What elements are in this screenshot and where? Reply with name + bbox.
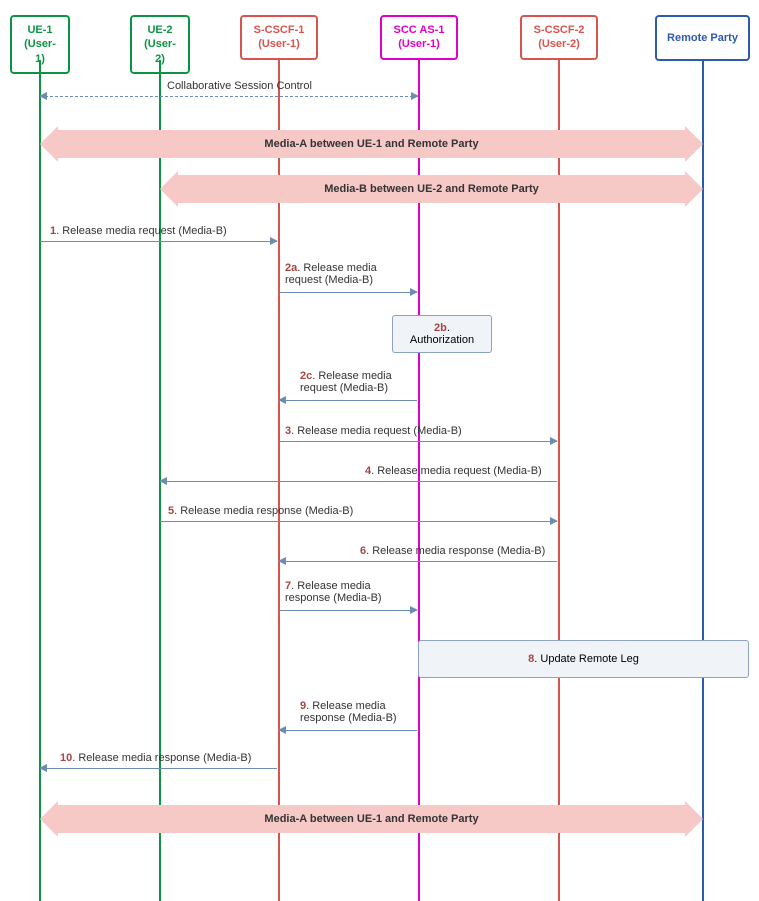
step-4-label: 4. Release media request (Media-B): [365, 465, 542, 477]
step-text2: response (Media-B): [300, 712, 397, 724]
step-text: . Release media: [306, 700, 386, 712]
step-text2: request (Media-B): [285, 274, 373, 286]
participant-label: UE-1: [22, 23, 58, 37]
step-6-label: 6. Release media response (Media-B): [360, 545, 545, 557]
step-9-label: 9. Release media response (Media-B): [300, 700, 430, 724]
participant-scscf1: S-CSCF-1 (User-1): [240, 15, 318, 60]
step-text: . Release media: [312, 370, 392, 382]
step-1-label: 1. Release media request (Media-B): [50, 225, 227, 237]
step-number: 2b: [434, 322, 447, 334]
step-3-label: 3. Release media request (Media-B): [285, 425, 462, 437]
media-b-bar: Media-B between UE-2 and Remote Party: [178, 175, 685, 203]
step-text: . Release media request (Media-B): [291, 425, 462, 437]
sequence-diagram: UE-1 (User-1) UE-2 (User-2) S-CSCF-1 (Us…: [0, 0, 759, 901]
step-number: 2a: [285, 262, 297, 274]
participant-sccas1: SCC AS-1 (User-1): [380, 15, 458, 60]
step-7-label: 7. Release media response (Media-B): [285, 580, 415, 604]
media-a-bar-bottom: Media-A between UE-1 and Remote Party: [58, 805, 685, 833]
step-text2: Authorization: [410, 334, 474, 346]
participant-label: S-CSCF-2: [532, 23, 586, 37]
participant-scscf2: S-CSCF-2 (User-2): [520, 15, 598, 60]
step-2a-label: 2a. Release media request (Media-B): [285, 262, 405, 286]
collab-session-arrow: [40, 96, 418, 97]
step-2c-label: 2c. Release media request (Media-B): [300, 370, 420, 394]
step-text: .: [447, 322, 450, 334]
step-text2: response (Media-B): [285, 592, 382, 604]
media-a-label-bottom: Media-A between UE-1 and Remote Party: [264, 813, 478, 825]
arrow-step-1: [40, 241, 277, 242]
step-text2: request (Media-B): [300, 382, 388, 394]
step-text: . Release media request (Media-B): [56, 225, 227, 237]
step-text: . Release media response (Media-B): [174, 505, 353, 517]
step-number: 10: [60, 752, 72, 764]
step-text: . Release media response (Media-B): [72, 752, 251, 764]
arrow-step-6: [279, 561, 557, 562]
step-10-label: 10. Release media response (Media-B): [60, 752, 251, 764]
participant-label: Remote Party: [663, 31, 742, 45]
arrow-step-10: [40, 768, 277, 769]
media-a-label: Media-A between UE-1 and Remote Party: [264, 138, 478, 150]
step-2b-box: 2b. Authorization: [392, 315, 492, 353]
step-8-box: 8. Update Remote Leg: [418, 640, 749, 678]
participant-label: S-CSCF-1: [252, 23, 306, 37]
arrow-step-5: [160, 521, 557, 522]
arrow-step-9: [279, 730, 417, 731]
participant-sublabel: (User-1): [252, 37, 306, 51]
collab-session-label: Collaborative Session Control: [167, 80, 312, 92]
step-text: . Release media request (Media-B): [371, 465, 542, 477]
step-text: . Release media response (Media-B): [366, 545, 545, 557]
participant-sublabel: (User-2): [532, 37, 586, 51]
step-text: . Update Remote Leg: [534, 653, 639, 665]
participant-remote: Remote Party: [655, 15, 750, 61]
lifeline-ue1: [39, 60, 41, 901]
arrow-step-4: [160, 481, 557, 482]
arrow-step-2c: [279, 400, 417, 401]
participant-sublabel: (User-1): [392, 37, 446, 51]
arrow-step-2a: [279, 292, 417, 293]
participant-label: UE-2: [142, 23, 178, 37]
arrow-step-7: [279, 610, 417, 611]
media-b-label: Media-B between UE-2 and Remote Party: [324, 183, 539, 195]
media-a-bar-top: Media-A between UE-1 and Remote Party: [58, 130, 685, 158]
step-text: . Release media: [297, 262, 377, 274]
arrow-step-3: [279, 441, 557, 442]
step-text: . Release media: [291, 580, 371, 592]
step-5-label: 5. Release media response (Media-B): [168, 505, 353, 517]
step-number: 2c: [300, 370, 312, 382]
participant-label: SCC AS-1: [392, 23, 446, 37]
